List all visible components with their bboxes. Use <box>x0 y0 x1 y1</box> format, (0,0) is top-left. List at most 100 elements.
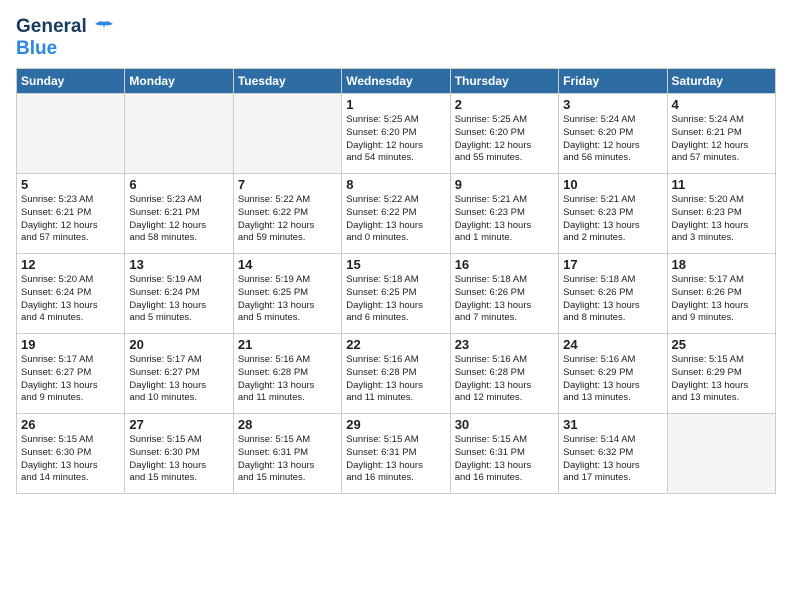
calendar-cell: 31 Sunrise: 5:14 AM Sunset: 6:32 PM Dayli… <box>559 414 667 494</box>
day-number: 16 <box>455 257 554 272</box>
calendar-cell: 6 Sunrise: 5:23 AM Sunset: 6:21 PM Daylig… <box>125 174 233 254</box>
day-number: 19 <box>21 337 120 352</box>
logo-general: General <box>16 16 87 37</box>
cell-content: Sunrise: 5:17 AM Sunset: 6:26 PM Dayligh… <box>672 274 771 325</box>
day-number: 23 <box>455 337 554 352</box>
day-number: 5 <box>21 177 120 192</box>
day-number: 9 <box>455 177 554 192</box>
day-number: 7 <box>238 177 337 192</box>
cell-content: Sunrise: 5:25 AM Sunset: 6:20 PM Dayligh… <box>346 114 445 165</box>
bird-icon <box>93 19 115 37</box>
calendar-cell: 22Sunrise: 5:16 AM Sunset: 6:28 PM Dayli… <box>342 334 450 414</box>
day-header-monday: Monday <box>125 69 233 94</box>
header: General Blue <box>16 16 776 60</box>
cell-content: Sunrise: 5:24 AM Sunset: 6:20 PM Dayligh… <box>563 114 662 165</box>
calendar-cell: 13 Sunrise: 5:19 AM Sunset: 6:24 PM Dayli… <box>125 254 233 334</box>
logo-blue: Blue <box>16 38 57 59</box>
cell-content: Sunrise: 5:18 AM Sunset: 6:26 PM Dayligh… <box>563 274 662 325</box>
day-number: 31 <box>563 417 662 432</box>
cell-content: Sunrise: 5:14 AM Sunset: 6:32 PM Dayligh… <box>563 434 662 485</box>
cell-content: Sunrise: 5:15 AM Sunset: 6:30 PM Dayligh… <box>21 434 120 485</box>
day-number: 2 <box>455 97 554 112</box>
day-number: 14 <box>238 257 337 272</box>
cell-content: Sunrise: 5:15 AM Sunset: 6:30 PM Dayligh… <box>129 434 228 485</box>
day-header-thursday: Thursday <box>450 69 558 94</box>
calendar-week-4: 19 Sunrise: 5:17 AM Sunset: 6:27 PM Dayli… <box>17 334 776 414</box>
calendar-cell: 29Sunrise: 5:15 AM Sunset: 6:31 PM Dayli… <box>342 414 450 494</box>
day-number: 27 <box>129 417 228 432</box>
calendar-cell: 24 Sunrise: 5:16 AM Sunset: 6:29 PM Dayli… <box>559 334 667 414</box>
cell-content: Sunrise: 5:16 AM Sunset: 6:28 PM Dayligh… <box>238 354 337 405</box>
cell-content: Sunrise: 5:25 AM Sunset: 6:20 PM Dayligh… <box>455 114 554 165</box>
calendar-cell <box>233 94 341 174</box>
day-number: 20 <box>129 337 228 352</box>
cell-content: Sunrise: 5:18 AM Sunset: 6:26 PM Dayligh… <box>455 274 554 325</box>
calendar-cell: 27 Sunrise: 5:15 AM Sunset: 6:30 PM Dayli… <box>125 414 233 494</box>
cell-content: Sunrise: 5:19 AM Sunset: 6:25 PM Dayligh… <box>238 274 337 325</box>
cell-content: Sunrise: 5:20 AM Sunset: 6:23 PM Dayligh… <box>672 194 771 245</box>
day-header-friday: Friday <box>559 69 667 94</box>
calendar-cell: 1 Sunrise: 5:25 AM Sunset: 6:20 PM Daylig… <box>342 94 450 174</box>
day-number: 10 <box>563 177 662 192</box>
calendar-cell: 28 Sunrise: 5:15 AM Sunset: 6:31 PM Dayli… <box>233 414 341 494</box>
cell-content: Sunrise: 5:17 AM Sunset: 6:27 PM Dayligh… <box>21 354 120 405</box>
cell-content: Sunrise: 5:15 AM Sunset: 6:31 PM Dayligh… <box>455 434 554 485</box>
day-header-saturday: Saturday <box>667 69 775 94</box>
day-number: 12 <box>21 257 120 272</box>
day-number: 26 <box>21 417 120 432</box>
day-number: 30 <box>455 417 554 432</box>
calendar-cell: 25Sunrise: 5:15 AM Sunset: 6:29 PM Dayli… <box>667 334 775 414</box>
cell-content: Sunrise: 5:16 AM Sunset: 6:28 PM Dayligh… <box>455 354 554 405</box>
calendar-cell: 17 Sunrise: 5:18 AM Sunset: 6:26 PM Dayli… <box>559 254 667 334</box>
cell-content: Sunrise: 5:21 AM Sunset: 6:23 PM Dayligh… <box>563 194 662 245</box>
day-number: 29 <box>346 417 445 432</box>
day-number: 4 <box>672 97 771 112</box>
calendar-week-5: 26 Sunrise: 5:15 AM Sunset: 6:30 PM Dayli… <box>17 414 776 494</box>
calendar-body: 1 Sunrise: 5:25 AM Sunset: 6:20 PM Daylig… <box>17 94 776 494</box>
cell-content: Sunrise: 5:16 AM Sunset: 6:29 PM Dayligh… <box>563 354 662 405</box>
logo: General Blue <box>16 16 115 60</box>
day-number: 18 <box>672 257 771 272</box>
calendar-week-1: 1 Sunrise: 5:25 AM Sunset: 6:20 PM Daylig… <box>17 94 776 174</box>
day-number: 17 <box>563 257 662 272</box>
cell-content: Sunrise: 5:18 AM Sunset: 6:25 PM Dayligh… <box>346 274 445 325</box>
calendar-cell <box>17 94 125 174</box>
cell-content: Sunrise: 5:22 AM Sunset: 6:22 PM Dayligh… <box>346 194 445 245</box>
day-number: 8 <box>346 177 445 192</box>
cell-content: Sunrise: 5:23 AM Sunset: 6:21 PM Dayligh… <box>129 194 228 245</box>
cell-content: Sunrise: 5:15 AM Sunset: 6:31 PM Dayligh… <box>238 434 337 485</box>
day-header-sunday: Sunday <box>17 69 125 94</box>
days-header-row: SundayMondayTuesdayWednesdayThursdayFrid… <box>17 69 776 94</box>
day-number: 3 <box>563 97 662 112</box>
day-number: 24 <box>563 337 662 352</box>
calendar-cell: 5 Sunrise: 5:23 AM Sunset: 6:21 PM Daylig… <box>17 174 125 254</box>
day-number: 28 <box>238 417 337 432</box>
calendar-week-2: 5 Sunrise: 5:23 AM Sunset: 6:21 PM Daylig… <box>17 174 776 254</box>
cell-content: Sunrise: 5:16 AM Sunset: 6:28 PM Dayligh… <box>346 354 445 405</box>
calendar-cell: 16 Sunrise: 5:18 AM Sunset: 6:26 PM Dayli… <box>450 254 558 334</box>
calendar-cell: 23 Sunrise: 5:16 AM Sunset: 6:28 PM Dayli… <box>450 334 558 414</box>
day-number: 25 <box>672 337 771 352</box>
calendar-cell: 14 Sunrise: 5:19 AM Sunset: 6:25 PM Dayli… <box>233 254 341 334</box>
cell-content: Sunrise: 5:22 AM Sunset: 6:22 PM Dayligh… <box>238 194 337 245</box>
calendar-cell: 26 Sunrise: 5:15 AM Sunset: 6:30 PM Dayli… <box>17 414 125 494</box>
calendar-week-3: 12Sunrise: 5:20 AM Sunset: 6:24 PM Dayli… <box>17 254 776 334</box>
day-header-wednesday: Wednesday <box>342 69 450 94</box>
day-number: 13 <box>129 257 228 272</box>
calendar-cell: 21Sunrise: 5:16 AM Sunset: 6:28 PM Dayli… <box>233 334 341 414</box>
cell-content: Sunrise: 5:23 AM Sunset: 6:21 PM Dayligh… <box>21 194 120 245</box>
calendar-cell: 15Sunrise: 5:18 AM Sunset: 6:25 PM Dayli… <box>342 254 450 334</box>
calendar-cell <box>667 414 775 494</box>
calendar-cell: 20Sunrise: 5:17 AM Sunset: 6:27 PM Dayli… <box>125 334 233 414</box>
calendar-cell: 9Sunrise: 5:21 AM Sunset: 6:23 PM Daylig… <box>450 174 558 254</box>
calendar-cell: 8 Sunrise: 5:22 AM Sunset: 6:22 PM Daylig… <box>342 174 450 254</box>
day-number: 1 <box>346 97 445 112</box>
calendar-cell: 4Sunrise: 5:24 AM Sunset: 6:21 PM Daylig… <box>667 94 775 174</box>
calendar-cell <box>125 94 233 174</box>
calendar-header: SundayMondayTuesdayWednesdayThursdayFrid… <box>17 69 776 94</box>
calendar-cell: 11Sunrise: 5:20 AM Sunset: 6:23 PM Dayli… <box>667 174 775 254</box>
calendar-table: SundayMondayTuesdayWednesdayThursdayFrid… <box>16 68 776 494</box>
cell-content: Sunrise: 5:19 AM Sunset: 6:24 PM Dayligh… <box>129 274 228 325</box>
day-number: 6 <box>129 177 228 192</box>
calendar-cell: 3 Sunrise: 5:24 AM Sunset: 6:20 PM Daylig… <box>559 94 667 174</box>
